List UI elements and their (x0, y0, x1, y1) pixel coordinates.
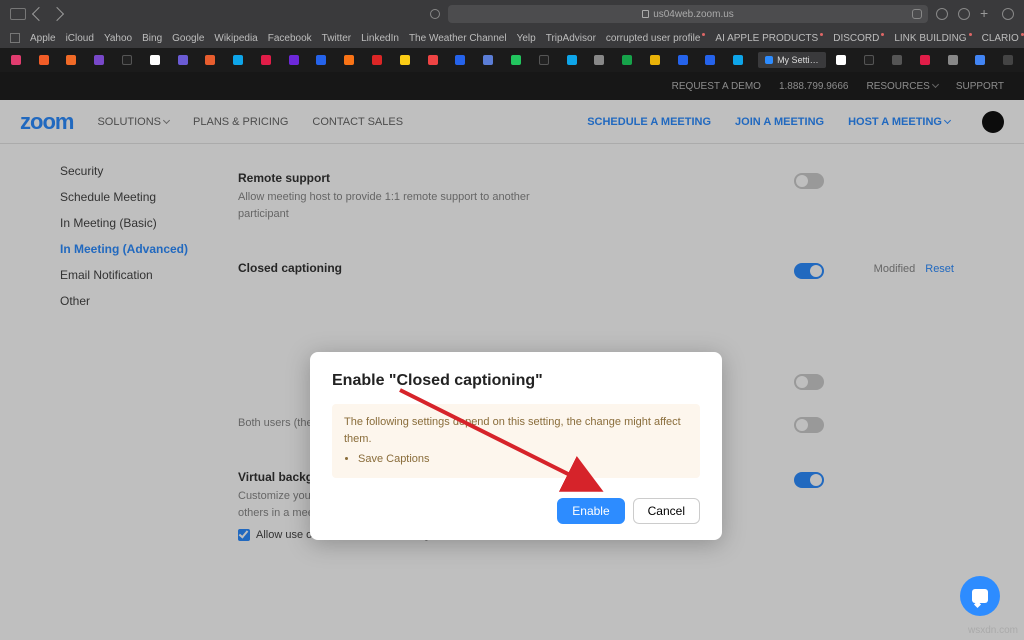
page-body: REQUEST A DEMO 1.888.799.9666 RESOURCES … (0, 72, 1024, 640)
tab-strip: My Setti… (0, 48, 1024, 72)
browser-tab[interactable] (615, 52, 639, 68)
bookmark-item[interactable]: AI APPLE PRODUCTS (715, 33, 823, 44)
sidebar-toggle-icon[interactable] (10, 8, 26, 20)
browser-tab[interactable] (941, 52, 965, 68)
bookmark-item[interactable]: TripAdvisor (546, 33, 596, 44)
bookmark-item[interactable]: Yelp (517, 33, 536, 44)
forward-button[interactable] (50, 7, 64, 21)
browser-tab[interactable] (143, 52, 167, 68)
browser-tab[interactable] (115, 52, 139, 68)
browser-tab[interactable] (476, 52, 500, 68)
chat-icon (972, 589, 988, 603)
reader-icon[interactable] (430, 9, 440, 19)
bookmark-item[interactable]: The Weather Channel (409, 33, 507, 44)
bookmark-item[interactable]: CLARIO (982, 33, 1024, 44)
browser-tab[interactable] (996, 52, 1020, 68)
browser-tab[interactable] (726, 52, 750, 68)
bookmarks-menu-icon[interactable] (10, 33, 20, 43)
browser-tab[interactable] (171, 52, 195, 68)
watermark: wsxdn.com (968, 625, 1018, 636)
bookmark-item[interactable]: Facebook (268, 33, 312, 44)
bookmark-item[interactable]: Wikipedia (214, 33, 257, 44)
browser-tab[interactable] (310, 52, 334, 68)
reload-icon[interactable] (912, 9, 922, 19)
browser-tab[interactable] (393, 52, 417, 68)
browser-tab[interactable] (857, 52, 881, 68)
browser-tab[interactable] (532, 52, 556, 68)
bookmark-item[interactable]: DISCORD (833, 33, 884, 44)
modal-warning: The following settings depend on this se… (332, 404, 700, 478)
enable-button[interactable]: Enable (557, 498, 624, 524)
browser-toolbar: us04web.zoom.us + (0, 0, 1024, 28)
browser-tab[interactable] (254, 52, 278, 68)
browser-tab[interactable] (365, 52, 389, 68)
modal-dependency: Save Captions (358, 451, 688, 468)
browser-tab[interactable] (421, 52, 445, 68)
browser-tab[interactable] (4, 52, 28, 68)
bookmark-item[interactable]: LinkedIn (361, 33, 399, 44)
browser-tab[interactable] (913, 52, 937, 68)
bookmark-item[interactable]: corrupted user profile (606, 33, 706, 44)
browser-tab-active[interactable]: My Setti… (758, 52, 825, 68)
browser-tab[interactable] (587, 52, 611, 68)
bookmark-item[interactable]: LINK BUILDING (894, 33, 971, 44)
bookmark-item[interactable]: Yahoo (104, 33, 132, 44)
browser-tab[interactable] (560, 52, 584, 68)
back-button[interactable] (32, 7, 46, 21)
browser-tab[interactable] (830, 52, 854, 68)
browser-tab[interactable] (699, 52, 723, 68)
lock-icon (642, 10, 649, 18)
browser-tab[interactable] (671, 52, 695, 68)
browser-tab[interactable] (87, 52, 111, 68)
browser-tab[interactable] (60, 52, 84, 68)
bookmark-item[interactable]: Bing (142, 33, 162, 44)
bookmark-item[interactable]: Google (172, 33, 204, 44)
toolbar-right: + (936, 8, 1014, 20)
tabs-icon[interactable] (1002, 8, 1014, 20)
download-icon[interactable] (936, 8, 948, 20)
chat-fab[interactable] (960, 576, 1000, 616)
share-icon[interactable] (958, 8, 970, 20)
url-text: us04web.zoom.us (653, 9, 734, 20)
browser-tab[interactable] (449, 52, 473, 68)
browser-tab[interactable] (968, 52, 992, 68)
cancel-button[interactable]: Cancel (633, 498, 700, 524)
modal-title: Enable "Closed captioning" (332, 372, 700, 390)
browser-tab[interactable] (282, 52, 306, 68)
browser-tab[interactable] (643, 52, 667, 68)
browser-tab[interactable] (337, 52, 361, 68)
browser-tab[interactable] (32, 52, 56, 68)
bookmark-item[interactable]: Apple (30, 33, 56, 44)
browser-tab[interactable] (504, 52, 528, 68)
modal-warning-text: The following settings depend on this se… (344, 416, 681, 445)
bookmark-item[interactable]: iCloud (66, 33, 94, 44)
browser-tab[interactable] (885, 52, 909, 68)
address-bar[interactable]: us04web.zoom.us (448, 5, 928, 23)
browser-tab[interactable] (198, 52, 222, 68)
bookmarks-bar: Apple iCloud Yahoo Bing Google Wikipedia… (0, 28, 1024, 48)
browser-tab[interactable] (226, 52, 250, 68)
bookmark-item[interactable]: Twitter (322, 33, 351, 44)
enable-modal: Enable "Closed captioning" The following… (310, 352, 722, 540)
